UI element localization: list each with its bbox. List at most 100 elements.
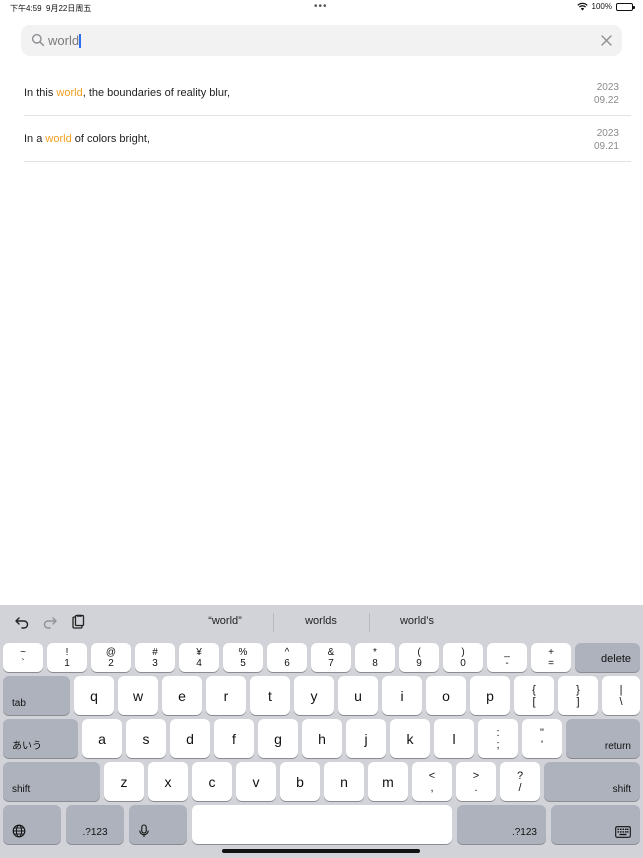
key-comma[interactable]: <, <box>412 762 452 801</box>
key-backslash[interactable]: | \ <box>602 676 640 715</box>
return-label: return <box>604 741 631 752</box>
key-bottom-label: / <box>518 781 522 794</box>
key-bottom-label: 7 <box>328 657 334 669</box>
key-1[interactable]: ! 1 <box>47 643 87 672</box>
key-p[interactable]: p <box>470 676 510 715</box>
key-slash[interactable]: ? / <box>500 762 540 801</box>
key-d[interactable]: d <box>170 719 210 758</box>
key-period[interactable]: >. <box>456 762 496 801</box>
key-u[interactable]: u <box>338 676 378 715</box>
globe-icon <box>12 824 26 838</box>
space-key[interactable] <box>192 805 452 844</box>
key-n[interactable]: n <box>324 762 364 801</box>
search-bar[interactable]: world <box>21 25 622 56</box>
redo-icon[interactable] <box>42 614 58 630</box>
key-3[interactable]: #3 <box>135 643 175 672</box>
result-day: 09.22 <box>593 95 619 106</box>
key-bottom-label: ; <box>496 738 500 751</box>
key-top-label: : <box>496 726 500 739</box>
key-i[interactable]: i <box>382 676 422 715</box>
key-q[interactable]: q <box>74 676 114 715</box>
delete-key[interactable]: delete <box>575 643 640 672</box>
key-top-label: + <box>548 646 554 658</box>
battery-percent: 100% <box>591 2 612 11</box>
key-bottom-label: . <box>474 781 478 794</box>
key-8[interactable]: * 8 <box>355 643 395 672</box>
result-text-before: In a <box>24 133 46 145</box>
key-s[interactable]: s <box>126 719 166 758</box>
key-9[interactable]: (9 <box>399 643 439 672</box>
key-7[interactable]: & 7 <box>311 643 351 672</box>
key-minus[interactable]: _ - <box>487 643 527 672</box>
result-year: 2023 <box>596 128 619 139</box>
key-top-label: < <box>428 769 436 782</box>
key-j[interactable]: j <box>346 719 386 758</box>
key-e[interactable]: e <box>162 676 202 715</box>
key-top-label: ! <box>65 646 69 658</box>
key-bracket-right[interactable]: }] <box>558 676 598 715</box>
time-text: 下午4:59 <box>10 4 42 13</box>
shift-left-key[interactable]: shift <box>3 762 100 801</box>
key-m[interactable]: m <box>368 762 408 801</box>
key-c[interactable]: c <box>192 762 232 801</box>
key-g[interactable]: g <box>258 719 298 758</box>
globe-key[interactable] <box>3 805 61 844</box>
key-6[interactable]: ^ 6 <box>267 643 307 672</box>
key-f[interactable]: f <box>214 719 254 758</box>
key-semicolon[interactable]: :; <box>478 719 518 758</box>
key-y[interactable]: y <box>294 676 334 715</box>
key-top-label: ? <box>516 769 524 782</box>
key-top-label: ( <box>417 646 421 658</box>
undo-icon[interactable] <box>14 614 30 630</box>
key-bracket-left[interactable]: {[ <box>514 676 554 715</box>
suggestion-3[interactable]: world’s <box>369 615 465 627</box>
key-t[interactable]: t <box>250 676 290 715</box>
keyboard-icon <box>615 826 631 838</box>
key-k[interactable]: k <box>390 719 430 758</box>
key-b[interactable]: b <box>280 762 320 801</box>
result-text: In a world of colors bright, <box>24 133 150 145</box>
home-indicator[interactable] <box>222 849 420 853</box>
return-key[interactable]: return <box>566 719 640 758</box>
suggestion-1[interactable]: “world” <box>177 615 273 627</box>
key-equals[interactable]: + = <box>531 643 571 672</box>
tab-label: tab <box>12 698 26 709</box>
keyboard-toolbar: “world” worlds world’s <box>0 605 643 639</box>
key-w[interactable]: w <box>118 676 158 715</box>
key-o[interactable]: o <box>426 676 466 715</box>
numbers-left-key[interactable]: .?123 <box>66 805 124 844</box>
key-bottom-label: = <box>548 657 554 669</box>
result-text: In this world, the boundaries of reality… <box>24 87 230 99</box>
dictation-key[interactable] <box>129 805 187 844</box>
key-bottom-label: 0 <box>460 657 466 669</box>
result-highlight: world <box>45 133 72 145</box>
key-a[interactable]: a <box>82 719 122 758</box>
key-top-label: _ <box>504 646 510 658</box>
key-quote[interactable]: " ' <box>522 719 562 758</box>
numbers-right-key[interactable]: .?123 <box>457 805 546 844</box>
key-x[interactable]: x <box>148 762 188 801</box>
key-bottom-label: 4 <box>196 657 202 669</box>
key-r[interactable]: r <box>206 676 246 715</box>
result-row[interactable]: In this world, the boundaries of reality… <box>24 70 631 116</box>
key-z[interactable]: z <box>104 762 144 801</box>
shift-right-key[interactable]: shift <box>544 762 640 801</box>
hide-keyboard-key[interactable] <box>551 805 640 844</box>
key-l[interactable]: l <box>434 719 474 758</box>
tab-key[interactable]: tab <box>3 676 70 715</box>
multitasking-dots-icon[interactable]: ••• <box>314 2 328 12</box>
paste-icon[interactable] <box>70 614 86 630</box>
result-row[interactable]: In a world of colors bright, 2023 09.21 <box>24 116 631 162</box>
key-5[interactable]: % 5 <box>223 643 263 672</box>
suggestion-2[interactable]: worlds <box>273 615 369 627</box>
key-top-label: & <box>327 646 335 658</box>
key-v[interactable]: v <box>236 762 276 801</box>
kana-key[interactable]: あいう <box>3 719 78 758</box>
search-input[interactable]: world <box>48 30 588 51</box>
key-2[interactable]: @2 <box>91 643 131 672</box>
key-h[interactable]: h <box>302 719 342 758</box>
key-backtick[interactable]: ~ ` <box>3 643 43 672</box>
key-0[interactable]: ) 0 <box>443 643 483 672</box>
key-4[interactable]: ¥4 <box>179 643 219 672</box>
clear-search-icon[interactable] <box>600 34 613 47</box>
